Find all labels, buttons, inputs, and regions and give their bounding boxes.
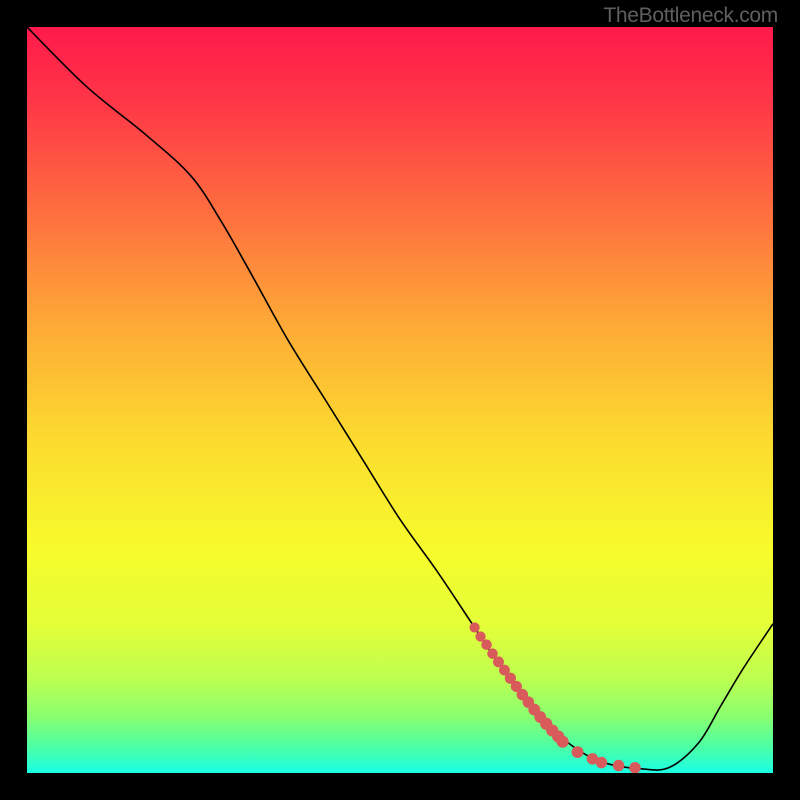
highlight-dot	[613, 760, 625, 772]
gradient-background	[27, 27, 773, 773]
highlight-dot	[629, 762, 641, 773]
highlight-dot	[469, 622, 479, 632]
watermark-text: TheBottleneck.com	[603, 4, 778, 28]
plot-area	[27, 27, 773, 773]
chart-frame: TheBottleneck.com	[0, 0, 800, 800]
highlight-dot	[596, 757, 608, 769]
chart-svg	[27, 27, 773, 773]
highlight-dot	[572, 746, 584, 758]
highlight-dot	[557, 736, 569, 748]
highlight-dot	[481, 639, 492, 650]
